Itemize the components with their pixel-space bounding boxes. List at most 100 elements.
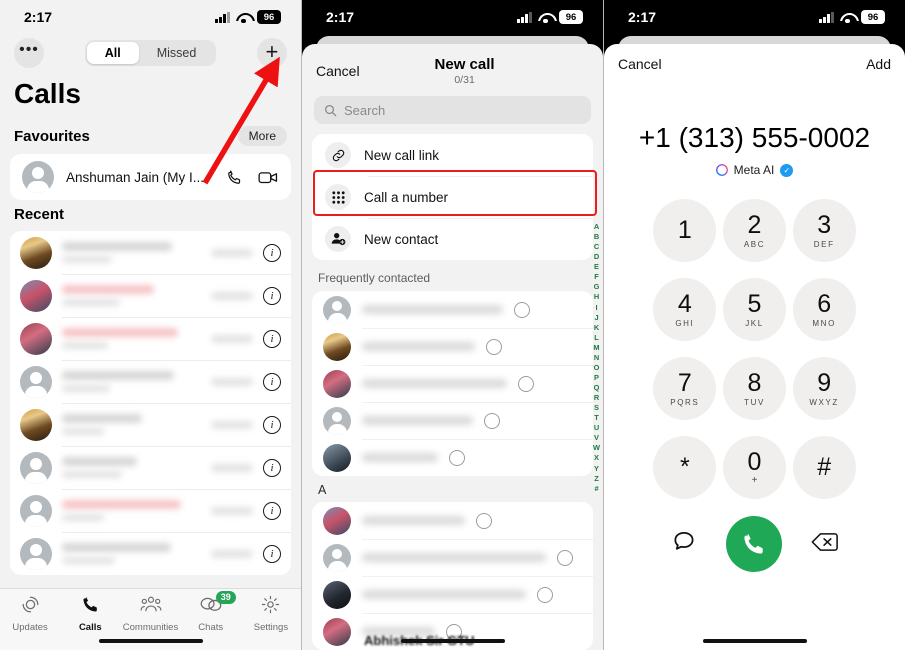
backspace-icon[interactable] [811, 531, 838, 558]
select-contact-radio[interactable] [557, 550, 573, 566]
overflow-menu-button[interactable]: ••• [14, 38, 44, 68]
frequently-contacted-row[interactable] [312, 365, 593, 402]
alpha-index-u[interactable]: U [594, 423, 599, 433]
key-star[interactable]: * [653, 436, 716, 499]
tab-communities[interactable]: Communities [120, 595, 180, 633]
alphabet-index[interactable]: A B C D E F G H I J K L M N O P Q R S T U V W X Y Z # [593, 222, 600, 494]
key-8[interactable]: 8 TUV [723, 357, 786, 420]
key-hash[interactable]: # [793, 436, 856, 499]
select-contact-radio[interactable] [537, 587, 553, 603]
alpha-index-e[interactable]: E [594, 262, 599, 272]
info-icon[interactable]: i [263, 287, 281, 305]
phone-icon[interactable] [223, 169, 245, 186]
new-call-button[interactable]: + [257, 38, 287, 68]
recent-call-row[interactable]: i [10, 317, 291, 360]
recent-call-row[interactable]: i [10, 532, 291, 575]
alpha-index-r[interactable]: R [594, 393, 599, 403]
favourite-contact-row[interactable]: Anshuman Jain (My I... [10, 154, 291, 200]
tab-missed[interactable]: Missed [139, 42, 215, 64]
alpha-index-z[interactable]: Z [594, 474, 599, 484]
favourites-more-button[interactable]: More [238, 126, 287, 146]
alpha-index-x[interactable]: X [594, 453, 599, 463]
alpha-index-l[interactable]: L [594, 333, 599, 343]
search-input[interactable]: Search [314, 96, 591, 124]
alpha-index-a[interactable]: A [594, 222, 599, 232]
tab-settings[interactable]: Settings [241, 595, 301, 633]
frequently-contacted-row[interactable] [312, 402, 593, 439]
select-contact-radio[interactable] [514, 302, 530, 318]
option-new-contact[interactable]: New contact [312, 218, 593, 260]
message-bubble-icon[interactable] [672, 529, 697, 559]
select-contact-radio[interactable] [486, 339, 502, 355]
alpha-index-w[interactable]: W [593, 443, 600, 453]
video-camera-icon[interactable] [257, 169, 279, 186]
alpha-index-c[interactable]: C [594, 242, 599, 252]
alpha-index-t[interactable]: T [594, 413, 599, 423]
alpha-index-m[interactable]: M [593, 343, 599, 353]
key-9[interactable]: 9 WXYZ [793, 357, 856, 420]
alpha-index-q[interactable]: Q [594, 383, 600, 393]
info-icon[interactable]: i [263, 459, 281, 477]
alpha-index-b[interactable]: B [594, 232, 599, 242]
frequently-contacted-row[interactable] [312, 328, 593, 365]
select-contact-radio[interactable] [484, 413, 500, 429]
alpha-index-f[interactable]: F [594, 272, 599, 282]
recent-call-row[interactable]: i [10, 231, 291, 274]
call-button[interactable] [726, 516, 782, 572]
recent-call-row[interactable]: i [10, 274, 291, 317]
alpha-index-j[interactable]: J [594, 313, 598, 323]
recent-call-details [62, 328, 201, 349]
key-1[interactable]: 1 [653, 199, 716, 262]
select-contact-radio[interactable] [476, 513, 492, 529]
tab-calls[interactable]: Calls [60, 595, 120, 633]
cancel-button[interactable]: Cancel [618, 56, 662, 72]
alpha-index-d[interactable]: D [594, 252, 599, 262]
home-indicator [99, 639, 203, 643]
key-2[interactable]: 2 ABC [723, 199, 786, 262]
info-icon[interactable]: i [263, 373, 281, 391]
recent-call-row[interactable]: i [10, 446, 291, 489]
alpha-index-hash[interactable]: # [594, 484, 598, 494]
tab-updates[interactable]: Updates [0, 595, 60, 633]
contact-row[interactable] [312, 502, 593, 539]
alpha-index-g[interactable]: G [594, 282, 600, 292]
select-contact-radio[interactable] [449, 450, 465, 466]
status-indicators: 96 [819, 10, 885, 24]
option-new-call-link[interactable]: New call link [312, 134, 593, 176]
recent-call-row[interactable]: i [10, 489, 291, 532]
key-3[interactable]: 3 DEF [793, 199, 856, 262]
recent-call-row[interactable]: i [10, 360, 291, 403]
tab-all[interactable]: All [87, 42, 139, 64]
info-icon[interactable]: i [263, 244, 281, 262]
info-icon[interactable]: i [263, 545, 281, 563]
key-5[interactable]: 5 JKL [723, 278, 786, 341]
alpha-index-y[interactable]: Y [594, 464, 599, 474]
alpha-index-o[interactable]: O [594, 363, 600, 373]
tab-label: Settings [254, 622, 288, 633]
key-7[interactable]: 7 PQRS [653, 357, 716, 420]
alpha-index-k[interactable]: K [594, 323, 599, 333]
alpha-index-h[interactable]: H [594, 292, 599, 302]
info-icon[interactable]: i [263, 502, 281, 520]
alpha-index-i[interactable]: I [595, 303, 597, 313]
tab-chats[interactable]: 39 Chats [181, 595, 241, 633]
frequently-contacted-row[interactable] [312, 291, 593, 328]
alpha-index-n[interactable]: N [594, 353, 599, 363]
key-6[interactable]: 6 MNO [793, 278, 856, 341]
select-contact-radio[interactable] [518, 376, 534, 392]
option-call-a-number[interactable]: Call a number [312, 176, 593, 218]
calls-filter-segmented-control[interactable]: All Missed [85, 40, 217, 66]
key-0[interactable]: 0 + [723, 436, 786, 499]
recent-call-row[interactable]: i [10, 403, 291, 446]
contact-row[interactable] [312, 539, 593, 576]
info-icon[interactable]: i [263, 330, 281, 348]
alpha-index-s[interactable]: S [594, 403, 599, 413]
contact-row[interactable] [312, 576, 593, 613]
add-button[interactable]: Add [866, 56, 891, 72]
alpha-index-v[interactable]: V [594, 433, 599, 443]
frequently-contacted-row[interactable] [312, 439, 593, 476]
alpha-index-p[interactable]: P [594, 373, 599, 383]
cancel-button[interactable]: Cancel [316, 63, 360, 79]
info-icon[interactable]: i [263, 416, 281, 434]
key-4[interactable]: 4 GHI [653, 278, 716, 341]
